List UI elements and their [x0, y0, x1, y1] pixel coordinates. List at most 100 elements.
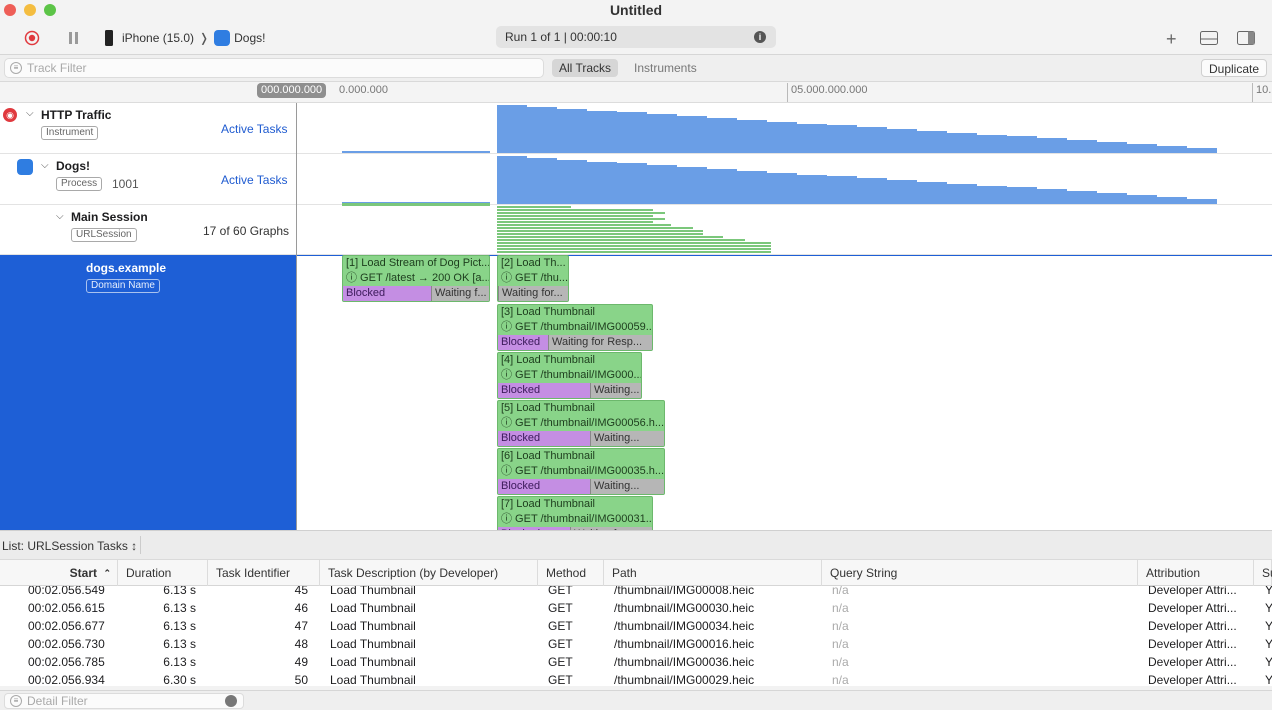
- activity-graph-step: [707, 168, 737, 204]
- disclosure-chevron-icon[interactable]: ⌵: [56, 211, 64, 222]
- cell-id: 49: [294, 655, 308, 669]
- activity-graph-step: [647, 114, 677, 153]
- activity-graph-step: [707, 117, 737, 153]
- column-header[interactable]: Task Description (by Developer): [320, 560, 538, 586]
- blocked-state: Blocked: [343, 286, 431, 301]
- column-header[interactable]: Query String: [822, 560, 1138, 586]
- cell-s: Y: [1265, 601, 1272, 615]
- duplicate-button[interactable]: Duplicate: [1201, 59, 1268, 77]
- ruler-tick: 10.: [1252, 83, 1271, 102]
- waiting-state: Waiting for Resp...: [548, 335, 652, 350]
- all-tracks-tab[interactable]: All Tracks: [552, 59, 619, 77]
- task-title: [5] Load Thumbnail: [501, 402, 595, 414]
- activity-graph-step: [887, 180, 917, 204]
- playhead-time[interactable]: 000.000.000: [257, 83, 327, 98]
- task-block[interactable]: [3] Load Thumbnail ⓘ GET /thumbnail/IMG00…: [497, 304, 653, 351]
- task-block[interactable]: [1] Load Stream of Dog Pict... ⓘ GET /lat…: [342, 255, 490, 302]
- task-request: ⓘ GET /thu...: [501, 272, 568, 284]
- track-type-badge[interactable]: Instrument: [41, 126, 99, 140]
- toggle-bottom-panel-button[interactable]: [1200, 31, 1218, 45]
- track-divider[interactable]: [296, 103, 297, 530]
- detail-footer: ≡ Detail Filter: [0, 690, 1272, 710]
- cell-desc: Load Thumbnail: [330, 637, 416, 651]
- target-selector[interactable]: iPhone (15.0) ❭ Dogs!: [104, 28, 265, 48]
- session-graph-line: [497, 209, 653, 211]
- cell-start: 00:02.056.615: [28, 601, 105, 615]
- session-graph-line: [497, 227, 693, 229]
- cell-id: 48: [294, 637, 308, 651]
- time-ruler[interactable]: 000.000.000 0.000.000 05.000.000.000 10.: [0, 82, 1272, 103]
- activity-graph-step: [767, 121, 797, 153]
- clock-icon[interactable]: [225, 695, 237, 707]
- task-block[interactable]: [2] Load Th... ⓘ GET /thu... Waiting for..…: [497, 255, 569, 302]
- cell-attr: Developer Attri...: [1148, 586, 1237, 597]
- column-header[interactable]: Task Identifier: [208, 560, 320, 586]
- task-request: ⓘ GET /thumbnail/IMG00031....: [501, 513, 652, 525]
- table-row[interactable]: 00:02.056.785 6.13 s 49 Load Thumbnail GET/t…: [0, 653, 1272, 671]
- pause-button[interactable]: [68, 31, 80, 45]
- dogs-app-icon: [17, 159, 33, 175]
- column-header[interactable]: Start ⌃: [6, 560, 118, 586]
- task-title: [7] Load Thumbnail: [501, 498, 595, 510]
- activity-graph-step: [1037, 189, 1067, 204]
- graph-label[interactable]: Active Tasks: [221, 173, 287, 187]
- instruments-tab[interactable]: Instruments: [627, 59, 704, 77]
- cell-path: /thumbnail/IMG00029.heic: [614, 673, 755, 686]
- list-divider: [140, 536, 141, 554]
- task-block[interactable]: [5] Load Thumbnail ⓘ GET /thumbnail/IMG00…: [497, 400, 665, 447]
- task-block[interactable]: [4] Load Thumbnail ⓘ GET /thumbnail/IMG00…: [497, 352, 642, 399]
- info-icon[interactable]: i: [754, 31, 766, 43]
- activity-graph-step: [797, 174, 827, 204]
- session-graph-line: [497, 212, 665, 214]
- track-domain-selected[interactable]: dogs.example Domain Name: [0, 255, 296, 530]
- window-title: Untitled: [609, 2, 663, 18]
- toggle-inspector-button[interactable]: [1237, 31, 1255, 45]
- list-selector[interactable]: List: URLSession Tasks ↕: [2, 539, 137, 553]
- cell-s: Y: [1265, 673, 1272, 686]
- cell-duration: 6.13 s: [163, 601, 196, 615]
- table-row[interactable]: 00:02.056.677 6.13 s 47 Load Thumbnail GET/t…: [0, 617, 1272, 635]
- track-area: ◉ ⌵ HTTP Traffic Instrument Active Tasks…: [0, 103, 1272, 530]
- cell-query: n/a: [832, 673, 849, 686]
- task-block[interactable]: [6] Load Thumbnail ⓘ GET /thumbnail/IMG00…: [497, 448, 665, 495]
- disclosure-chevron-icon[interactable]: ⌵: [26, 108, 34, 119]
- sort-ascending-icon: ⌃: [103, 568, 111, 578]
- column-header[interactable]: Su: [1254, 560, 1272, 586]
- app-name: Dogs!: [234, 31, 266, 45]
- table-row[interactable]: 00:02.056.615 6.13 s 46 Load Thumbnail GET/t…: [0, 599, 1272, 617]
- table-row[interactable]: 00:02.056.934 6.30 s 50 Load Thumbnail GET/t…: [0, 671, 1272, 686]
- column-header[interactable]: Attribution: [1138, 560, 1254, 586]
- disclosure-chevron-icon[interactable]: ⌵: [41, 160, 49, 171]
- plus-icon: +: [1166, 29, 1177, 49]
- cell-attr: Developer Attri...: [1148, 601, 1237, 615]
- track-type-badge[interactable]: URLSession: [71, 228, 137, 242]
- table-row[interactable]: 00:02.056.730 6.13 s 48 Load Thumbnail GET/t…: [0, 635, 1272, 653]
- column-header[interactable]: Duration: [118, 560, 208, 586]
- session-graph-line: [497, 242, 771, 244]
- activity-graph-step: [887, 129, 917, 153]
- cell-query: n/a: [832, 619, 849, 633]
- ruler-tick: 05.000.000.000: [787, 83, 867, 102]
- detail-filter-input[interactable]: ≡ Detail Filter: [4, 693, 244, 709]
- task-request: ⓘ GET /thumbnail/IMG000...: [501, 369, 641, 381]
- run-selector[interactable]: Run 1 of 1 | 00:00:10 i: [496, 26, 776, 48]
- column-header[interactable]: Method: [538, 560, 604, 586]
- graph-count[interactable]: 17 of 60 Graphs: [203, 224, 289, 238]
- iphone-icon: [105, 30, 113, 46]
- session-graph-line: [342, 203, 490, 206]
- cell-s: Y: [1265, 586, 1272, 597]
- track-type-badge[interactable]: Process: [56, 177, 103, 191]
- task-block[interactable]: [7] Load Thumbnail ⓘ GET /thumbnail/IMG00…: [497, 496, 653, 530]
- session-graph-line: [497, 224, 671, 226]
- track-type-badge[interactable]: Domain Name: [86, 279, 160, 293]
- column-header[interactable]: Path: [604, 560, 822, 586]
- activity-graph-step: [587, 110, 617, 153]
- track-filter-input[interactable]: ≡ Track Filter: [4, 58, 544, 78]
- add-instrument-button[interactable]: +: [1166, 29, 1177, 50]
- activity-graph-step: [947, 183, 977, 204]
- graph-label[interactable]: Active Tasks: [221, 122, 287, 136]
- cell-start: 00:02.056.677: [28, 619, 105, 633]
- record-button[interactable]: [24, 30, 40, 46]
- table-row[interactable]: 00:02.056.549 6.13 s 45 Load Thumbnail GET/t…: [0, 586, 1272, 599]
- session-graph-line: [497, 233, 703, 235]
